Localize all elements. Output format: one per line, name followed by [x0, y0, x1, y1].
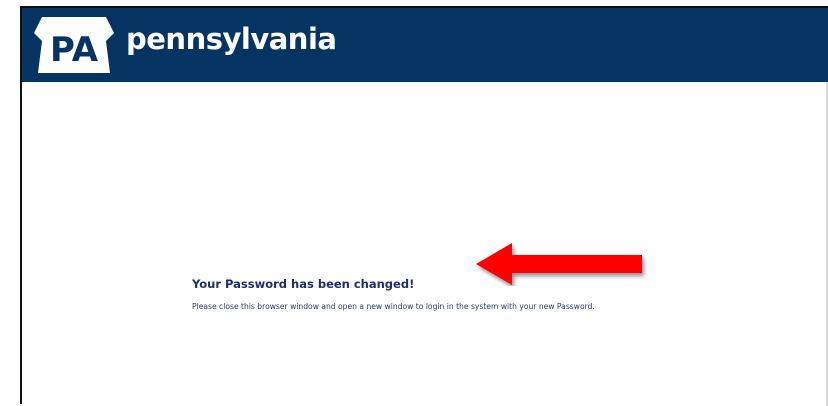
browser-window: PA pennsylvania Your Password has been c…: [20, 6, 828, 406]
success-message-body: Please close this browser window and ope…: [192, 302, 595, 311]
logo-text: PA: [50, 30, 99, 70]
site-header: PA pennsylvania: [22, 8, 828, 82]
keystone-logo: PA: [32, 15, 116, 75]
success-message-title: Your Password has been changed!: [192, 277, 415, 291]
red-arrow-left-icon: [472, 240, 647, 286]
brand-name[interactable]: pennsylvania: [126, 21, 337, 57]
